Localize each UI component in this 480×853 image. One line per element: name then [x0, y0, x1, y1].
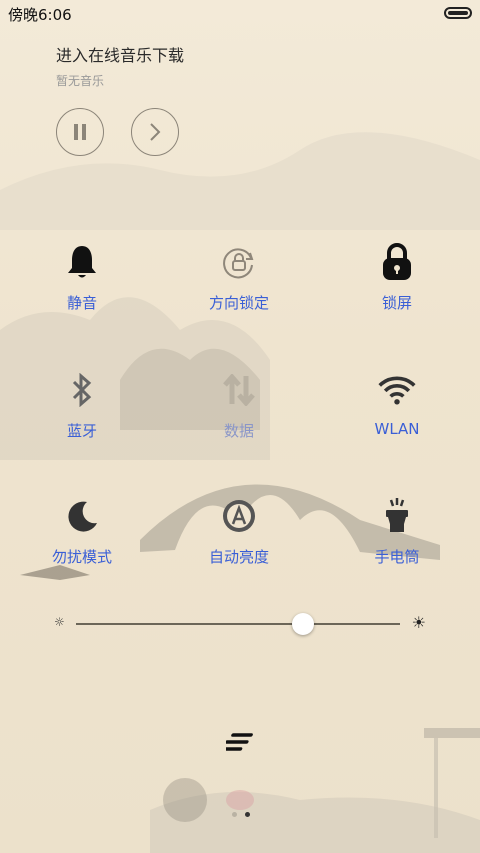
- toggle-mute-label: 静音: [66, 294, 97, 312]
- music-subtitle: 暂无音乐: [56, 74, 105, 88]
- brightness-slider[interactable]: ☼ ☀: [54, 610, 426, 640]
- brightness-track[interactable]: [76, 623, 400, 625]
- toggle-rotation-lock[interactable]: 方向锁定: [184, 242, 294, 322]
- auto-brightness-icon: [219, 496, 259, 536]
- chevron-right-icon: [150, 123, 161, 141]
- toggle-wlan-label: WLAN: [374, 420, 420, 438]
- toggle-flashlight[interactable]: 手电筒: [342, 496, 452, 576]
- toggle-auto-brightness[interactable]: 自动亮度: [184, 496, 294, 576]
- toggle-mute[interactable]: 静音: [27, 242, 137, 322]
- pause-button[interactable]: [56, 108, 104, 156]
- toggle-data[interactable]: 数据: [184, 370, 294, 450]
- status-bar: 傍晚6:06: [0, 0, 480, 28]
- toggle-lock-screen[interactable]: 锁屏: [342, 242, 452, 322]
- clock: 傍晚6:06: [8, 6, 72, 24]
- data-arrows-icon: [219, 370, 259, 410]
- battery-icon: [444, 7, 472, 19]
- wifi-icon: [377, 370, 417, 410]
- edit-toggles-button[interactable]: [219, 732, 254, 754]
- toggle-bluetooth[interactable]: 蓝牙: [27, 370, 137, 450]
- flashlight-icon: [377, 496, 417, 536]
- toggle-lock-screen-label: 锁屏: [381, 294, 412, 312]
- pause-icon: [74, 124, 86, 140]
- brightness-knob[interactable]: [291, 613, 314, 635]
- brightness-low-icon: ☼: [54, 615, 65, 629]
- toggle-dnd-label: 勿扰模式: [51, 548, 112, 566]
- toggle-rotation-lock-label: 方向锁定: [208, 294, 269, 312]
- music-widget[interactable]: 进入在线音乐下载 暂无音乐: [56, 42, 184, 89]
- toggle-wlan[interactable]: WLAN: [342, 370, 452, 450]
- toggle-bluetooth-label: 蓝牙: [66, 422, 97, 440]
- rotation-lock-icon: [219, 242, 259, 282]
- bluetooth-icon: [62, 370, 102, 410]
- toggle-data-label: 数据: [223, 422, 254, 440]
- toggle-dnd[interactable]: 勿扰模式: [27, 496, 137, 576]
- padlock-icon: [377, 242, 417, 282]
- next-button[interactable]: [131, 108, 179, 156]
- music-title[interactable]: 进入在线音乐下载: [56, 42, 184, 66]
- brightness-high-icon: ☀: [411, 613, 426, 632]
- page-indicator: [232, 812, 250, 817]
- page-dot: [232, 812, 237, 817]
- moon-icon: [62, 496, 102, 536]
- toggle-auto-brightness-label: 自动亮度: [208, 548, 269, 566]
- edit-lines-icon: [219, 733, 253, 751]
- toggle-flashlight-label: 手电筒: [374, 548, 420, 566]
- bell-icon: [62, 242, 102, 282]
- page-dot-active: [245, 812, 250, 817]
